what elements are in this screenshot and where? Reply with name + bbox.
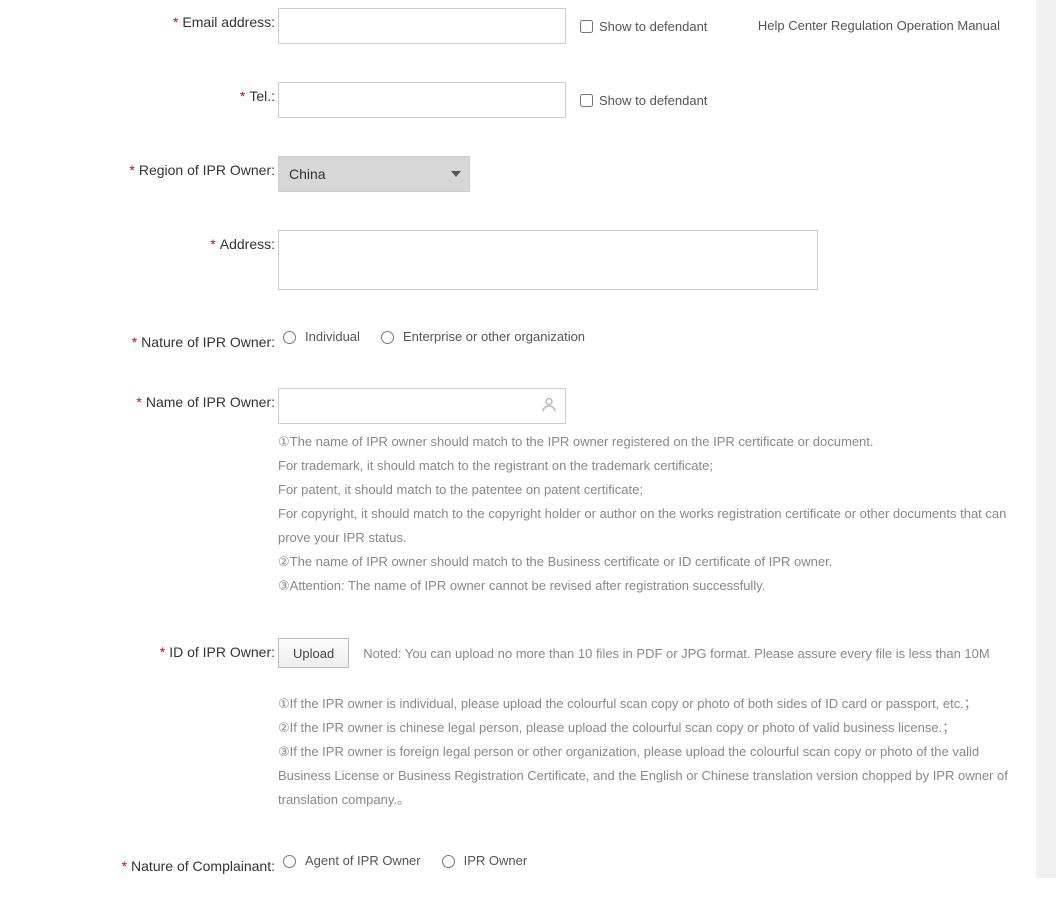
show-to-defendant-email[interactable]: Show to defendant xyxy=(576,17,707,36)
region-selected-value: China xyxy=(289,166,326,182)
name-hints: ①The name of IPR owner should match to t… xyxy=(278,430,1028,598)
show-to-defendant-email-checkbox[interactable] xyxy=(580,20,593,33)
label-tel: *Tel.: xyxy=(0,82,278,104)
region-select[interactable]: China xyxy=(278,156,470,192)
upload-button[interactable]: Upload xyxy=(278,638,349,668)
nature-enterprise-label: Enterprise or other organization xyxy=(403,329,585,344)
label-region: *Region of IPR Owner: xyxy=(0,156,278,178)
upload-note: Noted: You can upload no more than 10 fi… xyxy=(363,646,990,661)
tel-input[interactable] xyxy=(278,82,566,118)
email-input[interactable] xyxy=(278,8,566,44)
label-nature-complainant: *Nature of Complainant: xyxy=(0,852,278,874)
id-hints: ①If the IPR owner is individual, please … xyxy=(278,692,1028,812)
label-address: *Address: xyxy=(0,230,278,252)
label-id: *ID of IPR Owner: xyxy=(0,638,278,660)
user-icon xyxy=(540,396,558,417)
complainant-agent-radio[interactable] xyxy=(283,855,296,868)
label-name: *Name of IPR Owner: xyxy=(0,388,278,410)
vertical-scrollbar[interactable] xyxy=(1036,0,1056,878)
nature-individual-label: Individual xyxy=(305,329,360,344)
address-input[interactable] xyxy=(278,230,818,290)
chevron-down-icon xyxy=(451,171,461,177)
link-operation-manual[interactable]: Operation Manual xyxy=(897,18,1000,33)
nature-enterprise-radio[interactable] xyxy=(381,331,394,344)
complainant-owner-radio[interactable] xyxy=(442,855,455,868)
show-to-defendant-tel-checkbox[interactable] xyxy=(580,94,593,107)
link-help-center[interactable]: Help Center xyxy=(758,18,827,33)
complainant-agent-label: Agent of IPR Owner xyxy=(305,853,421,868)
label-nature: *Nature of IPR Owner: xyxy=(0,328,278,350)
nature-individual-radio[interactable] xyxy=(283,331,296,344)
show-to-defendant-tel[interactable]: Show to defendant xyxy=(576,91,707,110)
complainant-owner-label: IPR Owner xyxy=(464,853,528,868)
label-email: *Email address: xyxy=(0,8,278,30)
top-links: Help Center Regulation Operation Manual xyxy=(758,18,1000,33)
link-regulation[interactable]: Regulation xyxy=(831,18,893,33)
name-input[interactable] xyxy=(278,388,566,424)
